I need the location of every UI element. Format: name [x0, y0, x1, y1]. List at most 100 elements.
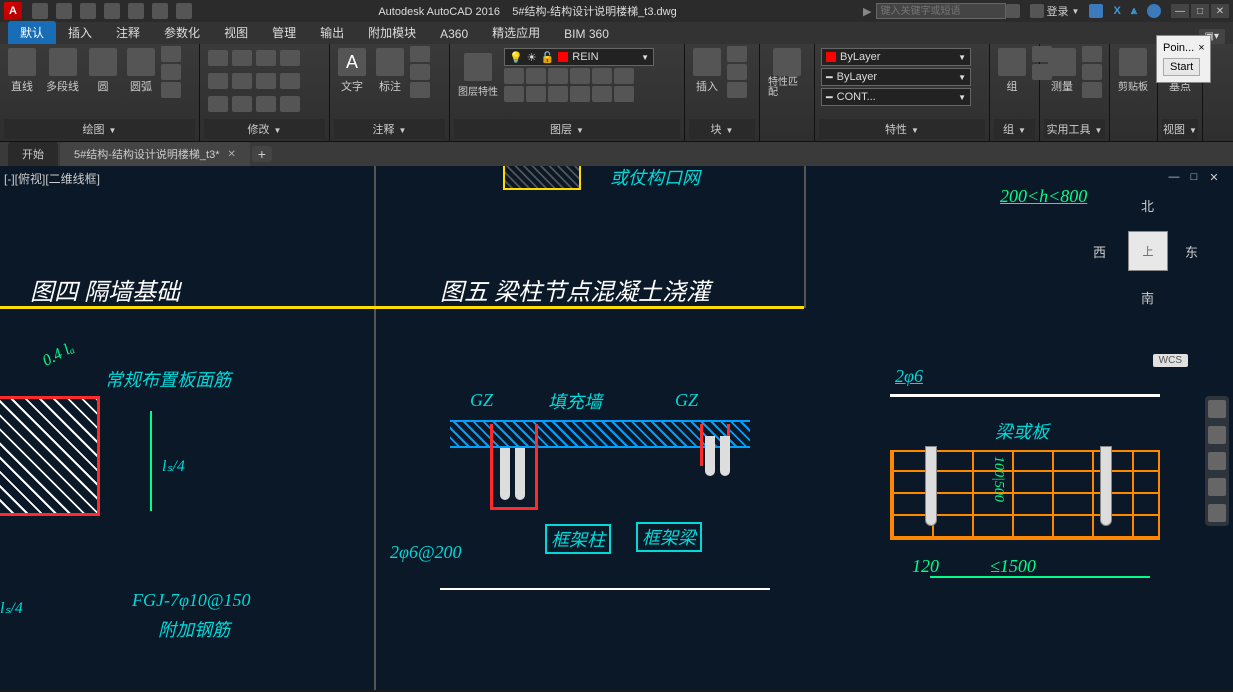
mtext-icon[interactable] [410, 82, 430, 98]
a-icon[interactable]: ⩓ [1131, 5, 1137, 18]
offset-icon[interactable] [280, 96, 300, 112]
login-button[interactable]: 登录 ▼ [1030, 3, 1080, 19]
block-create-icon[interactable] [727, 46, 747, 62]
move-icon[interactable] [208, 50, 228, 66]
line-button[interactable]: 直线 [4, 46, 40, 96]
chamfer-icon[interactable] [280, 73, 300, 89]
search-chevron-icon[interactable]: ▶ [863, 5, 871, 18]
drawing-canvas[interactable]: [-][俯视][二维线框] — □ ✕ 或仗构口网 200<h<800 图四 隔… [0, 166, 1233, 690]
x-icon[interactable]: X [1113, 5, 1120, 17]
tab-manage[interactable]: 管理 [260, 21, 308, 44]
util-3[interactable] [1082, 82, 1102, 98]
popup-start-button[interactable]: Start [1163, 58, 1200, 76]
qat-new-icon[interactable] [32, 3, 48, 19]
maximize-button[interactable]: □ [1191, 4, 1209, 18]
dim-button[interactable]: 标注 [372, 46, 408, 96]
file-tab-add-button[interactable]: + [252, 146, 272, 162]
panel-modify-title[interactable]: 修改▼ [204, 119, 325, 139]
arc-button[interactable]: 圆弧 [123, 46, 159, 96]
measure-button[interactable]: 测量 [1044, 46, 1080, 96]
tab-output[interactable]: 输出 [308, 21, 356, 44]
viewcube-west[interactable]: 西 [1093, 242, 1106, 261]
panel-view-title[interactable]: 视图▼ [1162, 119, 1198, 139]
viewcube-top-face[interactable]: 上 [1128, 231, 1168, 271]
matchprop-button[interactable]: 特性匹配 [764, 46, 810, 100]
steering-wheel-icon[interactable] [1208, 400, 1226, 418]
layer-tool-8[interactable] [526, 86, 546, 102]
draw-extra-1[interactable] [161, 46, 181, 62]
showmotion-icon[interactable] [1208, 504, 1226, 522]
viewport-min-icon[interactable]: — [1167, 170, 1181, 184]
group-button[interactable]: 组 [994, 46, 1030, 96]
layer-tool-6[interactable] [614, 68, 634, 84]
viewport-max-icon[interactable]: □ [1187, 170, 1201, 184]
util-1[interactable] [1082, 46, 1102, 62]
qat-undo-icon[interactable] [152, 3, 168, 19]
copy-icon[interactable] [208, 73, 228, 89]
viewcube-north[interactable]: 北 [1141, 196, 1154, 215]
viewport-close-icon[interactable]: ✕ [1207, 170, 1221, 184]
file-tab-start[interactable]: 开始 [8, 142, 58, 166]
panel-draw-title[interactable]: 绘图▼ [4, 119, 195, 139]
panel-group-title[interactable]: 组▼ [994, 119, 1035, 139]
trim-icon[interactable] [256, 50, 276, 66]
array-icon[interactable] [256, 96, 276, 112]
tab-annotate[interactable]: 注释 [104, 21, 152, 44]
table-icon[interactable] [410, 64, 430, 80]
layer-tool-3[interactable] [548, 68, 568, 84]
tab-featured[interactable]: 精选应用 [480, 21, 552, 44]
layer-tool-12[interactable] [614, 86, 634, 102]
layer-tool-4[interactable] [570, 68, 590, 84]
tab-view[interactable]: 视图 [212, 21, 260, 44]
qat-open-icon[interactable] [56, 3, 72, 19]
layer-tool-2[interactable] [526, 68, 546, 84]
text-button[interactable]: A文字 [334, 46, 370, 96]
draw-extra-2[interactable] [161, 64, 181, 80]
qat-save-icon[interactable] [80, 3, 96, 19]
panel-layers-title[interactable]: 图层▼ [454, 119, 680, 139]
help-icon[interactable] [1147, 4, 1161, 18]
layer-tool-9[interactable] [548, 86, 568, 102]
viewcube-south[interactable]: 南 [1141, 288, 1154, 307]
layer-tool-10[interactable] [570, 86, 590, 102]
leader-icon[interactable] [410, 46, 430, 62]
search-icon[interactable] [1006, 4, 1020, 18]
fillet-icon[interactable] [256, 73, 276, 89]
help-search-input[interactable] [876, 3, 1006, 19]
zoom-extents-icon[interactable] [1208, 452, 1226, 470]
panel-props-title[interactable]: 特性▼ [819, 119, 985, 139]
panel-util-title[interactable]: 实用工具▼ [1044, 119, 1105, 139]
mirror-icon[interactable] [232, 73, 252, 89]
paste-button[interactable]: 剪贴板 [1114, 46, 1152, 95]
minimize-button[interactable]: — [1171, 4, 1189, 18]
orbit-icon[interactable] [1208, 478, 1226, 496]
extend-icon[interactable] [280, 50, 300, 66]
draw-extra-3[interactable] [161, 82, 181, 98]
tab-bim360[interactable]: BIM 360 [552, 24, 621, 44]
linetype-dropdown[interactable]: ━CONT...▼ [821, 88, 971, 106]
layer-tool-1[interactable] [504, 68, 524, 84]
tab-insert[interactable]: 插入 [56, 21, 104, 44]
panel-block-title[interactable]: 块▼ [689, 119, 755, 139]
qat-redo-icon[interactable] [176, 3, 192, 19]
viewcube[interactable]: 北 南 西 东 上 [1093, 196, 1203, 306]
tab-a360[interactable]: A360 [428, 24, 480, 44]
layer-tool-5[interactable] [592, 68, 612, 84]
tab-addins[interactable]: 附加模块 [356, 21, 428, 44]
tab-parametric[interactable]: 参数化 [152, 21, 212, 44]
block-edit-icon[interactable] [727, 64, 747, 80]
layer-tool-7[interactable] [504, 86, 524, 102]
exchange-icon[interactable] [1089, 4, 1103, 18]
scale-icon[interactable] [232, 96, 252, 112]
qat-print-icon[interactable] [128, 3, 144, 19]
util-2[interactable] [1082, 64, 1102, 80]
rotate-icon[interactable] [232, 50, 252, 66]
panel-annotate-title[interactable]: 注释▼ [334, 119, 445, 139]
qat-saveas-icon[interactable] [104, 3, 120, 19]
color-dropdown[interactable]: ByLayer▼ [821, 48, 971, 66]
stretch-icon[interactable] [208, 96, 228, 112]
circle-button[interactable]: 圆 [85, 46, 121, 96]
wcs-badge[interactable]: WCS [1153, 354, 1188, 367]
file-tab-current[interactable]: 5#结构-结构设计说明楼梯_t3*✕ [60, 142, 250, 166]
viewcube-east[interactable]: 东 [1185, 242, 1198, 261]
